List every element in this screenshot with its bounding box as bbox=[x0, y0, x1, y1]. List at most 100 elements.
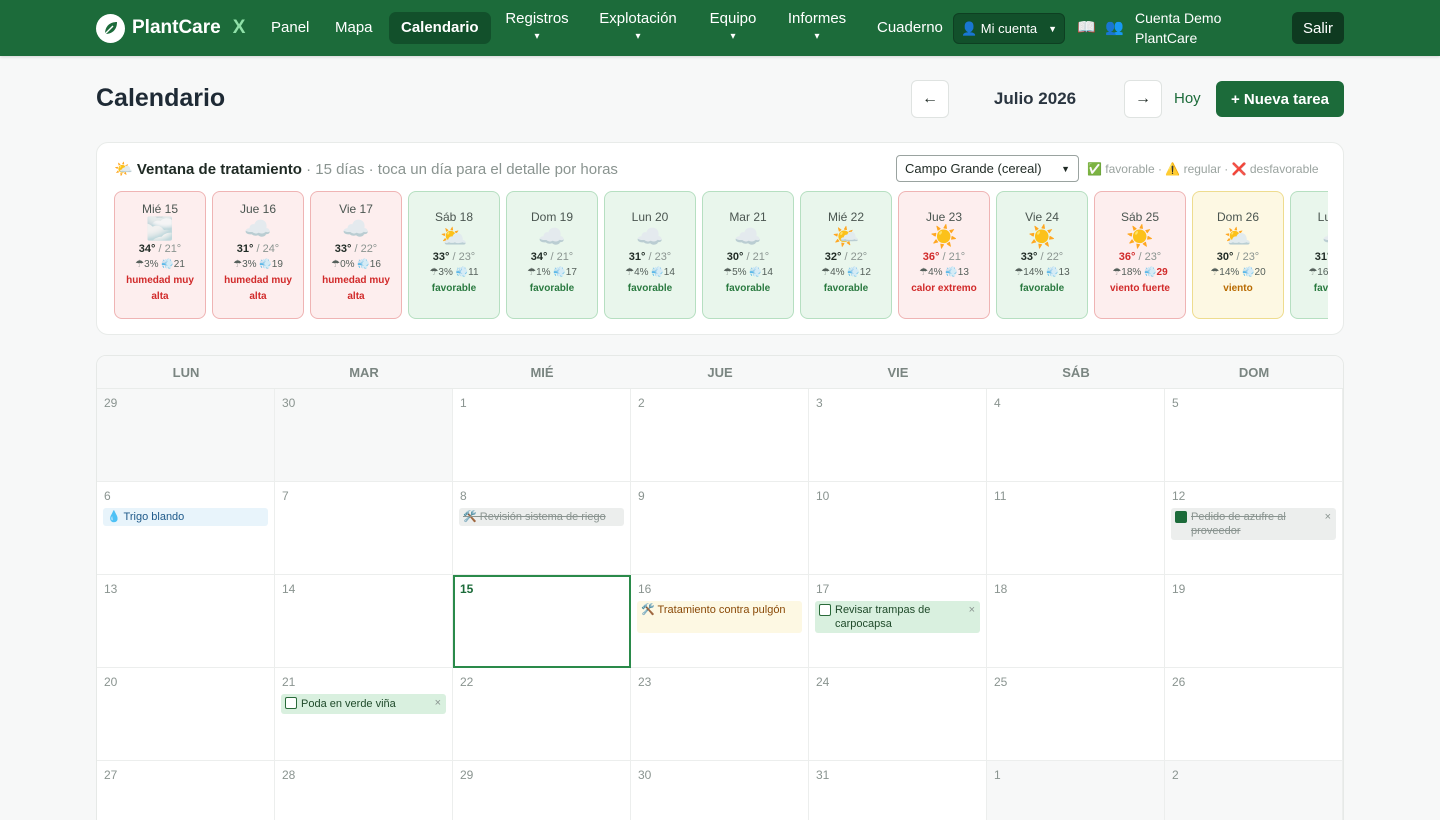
calendar-day[interactable]: 30 bbox=[631, 761, 809, 820]
account-select[interactable]: 👤 Mi cuenta ▼ bbox=[953, 13, 1065, 44]
prev-month-button[interactable]: ← bbox=[911, 80, 949, 118]
calendar-day[interactable]: 7 bbox=[275, 482, 453, 575]
rain-probability: ☂4% bbox=[821, 267, 845, 278]
current-month: Julio 2026 bbox=[993, 89, 1077, 108]
forecast-day-card[interactable]: Mar 21 ☁️ 30° / 21° ☂5% 💨14 favorable bbox=[702, 191, 794, 319]
wind-speed: 💨14 bbox=[749, 267, 773, 278]
calendar-day[interactable]: 17 Revisar trampas de carpocapsa × bbox=[809, 575, 987, 668]
calendar-day[interactable]: 12 Pedido de azufre al proveedor × bbox=[1165, 482, 1343, 575]
calendar-day[interactable]: 29 bbox=[97, 389, 275, 482]
forecast-day-card[interactable]: Jue 23 ☀️ 36° / 21° ☂4% 💨13 calor extremo bbox=[898, 191, 990, 319]
calendar-day[interactable]: 23 bbox=[631, 668, 809, 761]
calendar-day-today[interactable]: 15 bbox=[453, 575, 631, 668]
calendar-day[interactable]: 2 bbox=[1165, 761, 1343, 820]
forecast-rain-wind: ☂4% 💨13 bbox=[899, 265, 989, 281]
day-number: 30 bbox=[638, 768, 652, 782]
nav-registros-dropdown[interactable]: Registros ▾ bbox=[502, 9, 572, 44]
nav-panel[interactable]: Panel bbox=[271, 19, 309, 36]
calendar-day[interactable]: 20 bbox=[97, 668, 275, 761]
day-number: 29 bbox=[104, 396, 118, 410]
nav-explotacion-dropdown[interactable]: Explotación ▾ bbox=[594, 9, 682, 44]
calendar-day[interactable]: 10 bbox=[809, 482, 987, 575]
new-task-button[interactable]: + Nueva tarea bbox=[1216, 81, 1344, 117]
chevron-down-icon: ▼ bbox=[1061, 163, 1070, 174]
forecast-day-card[interactable]: Vie 17 ☁️ 33° / 22° ☂0% 💨16 humedad muy alta bbox=[310, 191, 402, 319]
forecast-day-card[interactable]: Mié 22 🌤️ 32° / 22° ☂4% 💨12 favorable bbox=[800, 191, 892, 319]
forecast-day-card[interactable]: Lun 27☁️31° / 22°☂16% 💨15 favorable bbox=[1290, 191, 1328, 319]
day-number: 12 bbox=[1172, 489, 1186, 503]
month-calendar: LUN MAR MIÉ JUE VIE SÁB DOM 29 30 1 2 3 4 5 6 💧 Trigo … bbox=[96, 355, 1344, 820]
forecast-day-card[interactable]: Sáb 18 ⛅ 33° / 23° ☂3% 💨11 favorable bbox=[408, 191, 500, 319]
nav-mapa[interactable]: Mapa bbox=[335, 19, 373, 36]
forecast-rain-wind: ☂5% 💨14 bbox=[703, 265, 793, 281]
day-number: 21 bbox=[282, 675, 296, 689]
leaf-icon bbox=[96, 13, 125, 43]
forecast-day-card[interactable]: Dom 26 ⛅ 30° / 23° ☂14% 💨20 viento bbox=[1192, 191, 1284, 319]
calendar-day[interactable]: 1 bbox=[453, 389, 631, 482]
forecast-day-card[interactable]: Sáb 25 ☀️ 36° / 23° ☂18% 💨29 viento fuerte bbox=[1094, 191, 1186, 319]
calendar-day[interactable]: 24 bbox=[809, 668, 987, 761]
task-item[interactable]: Poda en verde viña × bbox=[281, 694, 446, 714]
min-temperature: / 24° bbox=[253, 243, 280, 255]
calendar-day[interactable]: 30 bbox=[275, 389, 453, 482]
calendar-day[interactable]: 29 bbox=[453, 761, 631, 820]
calendar-day[interactable]: 9 bbox=[631, 482, 809, 575]
field-select[interactable]: Campo Grande (cereal) ▼ bbox=[896, 155, 1079, 182]
forecast-day-card[interactable]: Mié 15 🌫️ 34° / 21° ☂3% 💨21 humedad muy alta bbox=[114, 191, 206, 319]
nav-equipo-label: Equipo bbox=[709, 10, 757, 27]
calendar-day[interactable]: 14 bbox=[275, 575, 453, 668]
today-link[interactable]: Hoy bbox=[1174, 90, 1201, 107]
day-number: 8 bbox=[460, 489, 467, 503]
calendar-day[interactable]: 28 bbox=[275, 761, 453, 820]
weekday-label: LUN bbox=[172, 365, 200, 380]
calendar-day[interactable]: 16 🛠️ Tratamiento contra pulgón bbox=[631, 575, 809, 668]
nav-equipo-dropdown[interactable]: Equipo ▾ bbox=[704, 9, 762, 44]
calendar-day[interactable]: 3 bbox=[809, 389, 987, 482]
forecast-rain-wind: ☂0% 💨16 bbox=[311, 257, 401, 273]
calendar-day[interactable]: 5 bbox=[1165, 389, 1343, 482]
day-number: 19 bbox=[1172, 582, 1186, 596]
logout-button[interactable]: Salir bbox=[1292, 12, 1344, 44]
forecast-day-card[interactable]: Dom 19 ☁️ 34° / 21° ☂1% 💨17 favorable bbox=[506, 191, 598, 319]
calendar-day[interactable]: 1 bbox=[987, 761, 1165, 820]
calendar-day[interactable]: 27 bbox=[97, 761, 275, 820]
calendar-day[interactable]: 4 bbox=[987, 389, 1165, 482]
day-number: 7 bbox=[282, 489, 289, 503]
calendar-event-treatment[interactable]: 🛠️ Tratamiento contra pulgón bbox=[637, 601, 802, 633]
close-icon[interactable]: × bbox=[969, 603, 975, 617]
nav-cuaderno[interactable]: Cuaderno bbox=[877, 19, 943, 36]
calendar-day[interactable]: 26 bbox=[1165, 668, 1343, 761]
book-icon[interactable]: 📖 bbox=[1077, 19, 1096, 37]
task-completed[interactable]: Pedido de azufre al proveedor × bbox=[1171, 508, 1336, 540]
calendar-day[interactable]: 31 bbox=[809, 761, 987, 820]
user-name-line2: PlantCare bbox=[1135, 30, 1198, 46]
task-checkbox[interactable] bbox=[819, 604, 831, 616]
nav-calendario[interactable]: Calendario bbox=[389, 12, 491, 44]
next-month-button[interactable]: → bbox=[1124, 80, 1162, 118]
calendar-day[interactable]: 25 bbox=[987, 668, 1165, 761]
forecast-day-card[interactable]: Vie 24 ☀️ 33° / 22° ☂14% 💨13 favorable bbox=[996, 191, 1088, 319]
brand[interactable]: PlantCare X bbox=[96, 13, 245, 43]
calendar-day[interactable]: 2 bbox=[631, 389, 809, 482]
weekday-label: SÁB bbox=[1062, 365, 1090, 380]
forecast-day-card[interactable]: Lun 20 ☁️ 31° / 23° ☂4% 💨14 favorable bbox=[604, 191, 696, 319]
calendar-day[interactable]: 13 bbox=[97, 575, 275, 668]
task-item[interactable]: Revisar trampas de carpocapsa × bbox=[815, 601, 980, 633]
team-icon[interactable]: 👥 bbox=[1105, 19, 1124, 37]
nav-informes-dropdown[interactable]: Informes ▾ bbox=[783, 9, 851, 44]
calendar-day[interactable]: 19 bbox=[1165, 575, 1343, 668]
forecast-day-card[interactable]: Jue 16 ☁️ 31° / 24° ☂3% 💨19 humedad muy alta bbox=[212, 191, 304, 319]
calendar-day[interactable]: 18 bbox=[987, 575, 1165, 668]
calendar-day[interactable]: 21 Poda en verde viña × bbox=[275, 668, 453, 761]
rain-probability: ☂16% bbox=[1308, 267, 1328, 278]
calendar-event-completed[interactable]: 🛠️ Revisión sistema de riego bbox=[459, 508, 624, 526]
close-icon[interactable]: × bbox=[1325, 510, 1331, 524]
close-icon[interactable]: × bbox=[435, 696, 441, 710]
task-checkbox[interactable] bbox=[1175, 511, 1187, 523]
calendar-day[interactable]: 22 bbox=[453, 668, 631, 761]
calendar-day[interactable]: 11 bbox=[987, 482, 1165, 575]
calendar-event-irrigation[interactable]: 💧 Trigo blando bbox=[103, 508, 268, 526]
calendar-day[interactable]: 6 💧 Trigo blando bbox=[97, 482, 275, 575]
task-checkbox[interactable] bbox=[285, 697, 297, 709]
calendar-day[interactable]: 8 🛠️ Revisión sistema de riego bbox=[453, 482, 631, 575]
